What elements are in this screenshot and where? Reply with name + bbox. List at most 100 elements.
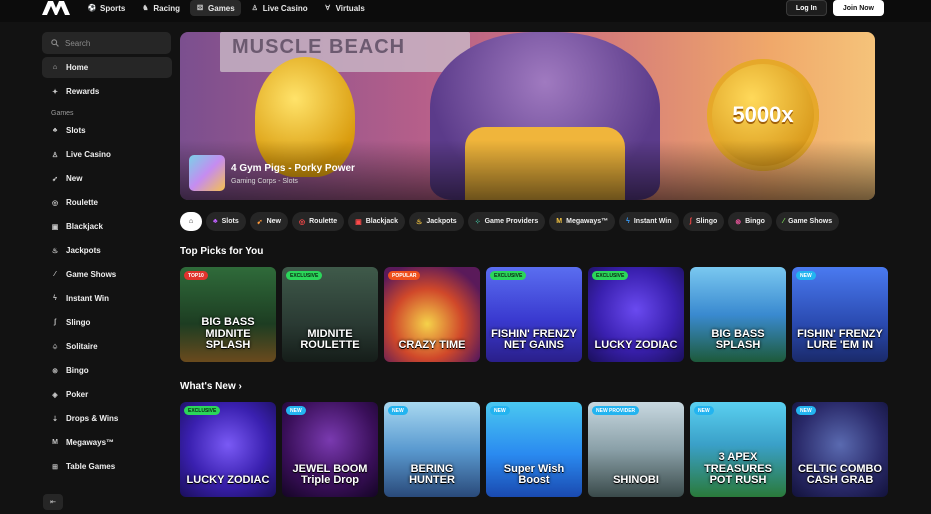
- home-icon: ⌂: [52, 64, 58, 71]
- sidebar-item-slots[interactable]: ♣ Slots: [42, 120, 172, 141]
- game-title: FISHIN' FRENZY NET GAINS: [491, 327, 577, 352]
- sidebar-item-drops-wins[interactable]: ⇣ Drops & Wins: [42, 408, 172, 429]
- game-tile[interactable]: EXCLUSIVE FISHIN' FRENZY NET GAINS: [486, 267, 582, 362]
- game-tile[interactable]: NEW 3 APEX TREASURES POT RUSH: [690, 402, 786, 497]
- dice-icon: ⚄: [196, 5, 204, 12]
- chip-label: Instant Win: [633, 218, 672, 225]
- collapse-sidebar-button[interactable]: ⇤: [43, 494, 63, 510]
- hero-banner[interactable]: MUSCLE BEACH 5000x 4 Gym Pigs - Porky Po…: [180, 32, 875, 200]
- chip-roulette[interactable]: ◎ Roulette: [292, 212, 345, 231]
- login-button[interactable]: Log In: [785, 0, 827, 16]
- slingo-icon: ʃ: [53, 319, 57, 326]
- chip-blackjack[interactable]: ▣ Blackjack: [348, 212, 406, 231]
- chip-jackpots[interactable]: ♨ Jackpots: [409, 212, 464, 231]
- sidebar-item-new[interactable]: ➹ New: [42, 168, 172, 189]
- game-tile[interactable]: NEW JEWEL BOOM Triple Drop: [282, 402, 378, 497]
- sidebar-item-table-games[interactable]: ⊞ Table Games: [42, 456, 172, 477]
- providers-icon: ⁘: [474, 218, 481, 226]
- sidebar-item-label: Bingo: [66, 366, 89, 375]
- nav-item-games[interactable]: ⚄ Games: [190, 0, 241, 16]
- hero-sign-text: MUSCLE BEACH: [232, 36, 406, 58]
- moneybag-icon: ♨: [51, 247, 59, 255]
- game-tile[interactable]: NEW Super Wish Boost: [486, 402, 582, 497]
- game-title: LUCKY ZODIAC: [186, 474, 270, 487]
- game-tile[interactable]: TOP10 BIG BASS MIDNITE SPLASH: [180, 267, 276, 362]
- chip-bingo[interactable]: ⊚ Bingo: [728, 212, 772, 231]
- hero-game-thumbnail[interactable]: [189, 155, 225, 191]
- sidebar-item-game-shows[interactable]: ⁄ Game Shows: [42, 264, 172, 285]
- game-tile[interactable]: BIG BASS SPLASH: [690, 267, 786, 362]
- nav-item-live-casino[interactable]: ♙ Live Casino: [245, 0, 314, 16]
- rocket-icon: ➹: [256, 218, 263, 226]
- game-title: 3 APEX TREASURES POT RUSH: [704, 451, 772, 487]
- auth-buttons: Log In Join Now: [785, 0, 884, 16]
- top-nav: ⚽ Sports ♞ Racing ⚄ Games ♙ Live Casino ∀ Virtual…: [0, 0, 931, 22]
- sidebar-item-label: New: [66, 174, 83, 183]
- drops-icon: ⇣: [52, 415, 58, 423]
- roulette-icon: ◎: [299, 218, 306, 226]
- game-tile[interactable]: NEW FISHIN' FRENZY LURE 'EM IN: [792, 267, 888, 362]
- chip-game-shows[interactable]: ⁄ Game Shows: [775, 212, 840, 231]
- chip-home[interactable]: ⌂: [180, 212, 202, 231]
- sidebar-item-bingo[interactable]: ⊚ Bingo: [42, 360, 172, 381]
- microphone-icon: ⁄: [782, 218, 785, 225]
- badge-exclusive: EXCLUSIVE: [592, 271, 629, 280]
- sidebar-item-label: Slingo: [66, 318, 91, 327]
- game-tile[interactable]: NEW PROVIDER SHINOBI: [588, 402, 684, 497]
- badge-new: NEW: [796, 406, 816, 415]
- chip-label: Blackjack: [365, 218, 399, 225]
- game-tile[interactable]: NEW CELTIC COMBO CASH GRAB: [792, 402, 888, 497]
- sidebar-item-jackpots[interactable]: ♨ Jackpots: [42, 240, 172, 261]
- sidebar-item-solitaire[interactable]: ♤ Solitaire: [42, 336, 172, 357]
- nav-item-label: Racing: [153, 3, 181, 13]
- chip-label: Slots: [221, 218, 239, 225]
- sidebar-item-poker[interactable]: ◈ Poker: [42, 384, 172, 405]
- nav-item-racing[interactable]: ♞ Racing: [135, 0, 186, 16]
- nav-item-sports[interactable]: ⚽ Sports: [82, 0, 131, 16]
- chip-slingo[interactable]: ʃ Slingo: [682, 212, 725, 231]
- sidebar-item-home[interactable]: ⌂ Home: [42, 57, 172, 78]
- sidebar-item-label: Jackpots: [66, 246, 101, 255]
- sidebar-item-slingo[interactable]: ʃ Slingo: [42, 312, 172, 333]
- sidebar-item-live-casino[interactable]: ♙ Live Casino: [42, 144, 172, 165]
- slingo-icon: ʃ: [689, 218, 692, 225]
- whats-new-row: EXCLUSIVE LUCKY ZODIAC NEW JEWEL BOOM Tripl…: [180, 402, 888, 497]
- search-input[interactable]: Search: [42, 32, 171, 54]
- lightning-icon: ϟ: [53, 295, 57, 302]
- sidebar-item-instant-win[interactable]: ϟ Instant Win: [42, 288, 172, 309]
- badge-exclusive: EXCLUSIVE: [286, 271, 323, 280]
- game-tile[interactable]: EXCLUSIVE MIDNITE ROULETTE: [282, 267, 378, 362]
- game-tile[interactable]: EXCLUSIVE LUCKY ZODIAC: [588, 267, 684, 362]
- solitaire-icon: ♤: [51, 343, 59, 351]
- chip-label: Game Providers: [484, 218, 539, 225]
- sidebar-item-blackjack[interactable]: ▣ Blackjack: [42, 216, 172, 237]
- chip-megaways[interactable]: M Megaways™: [549, 212, 616, 231]
- badge-new: NEW: [694, 406, 714, 415]
- game-tile[interactable]: POPULAR CRAZY TIME: [384, 267, 480, 362]
- microphone-icon: ⁄: [54, 271, 56, 278]
- nav-item-virtuals[interactable]: ∀ Virtuals: [318, 0, 371, 16]
- dealer-icon: ♙: [251, 5, 258, 12]
- chip-label: Bingo: [745, 218, 765, 225]
- whats-new-title: What's New: [180, 381, 236, 392]
- sidebar-item-label: Rewards: [66, 87, 100, 96]
- sidebar-item-label: Solitaire: [66, 342, 98, 351]
- whats-new-heading[interactable]: What's New ›: [180, 381, 242, 392]
- join-now-button[interactable]: Join Now: [832, 0, 884, 16]
- hero-game-subtitle: Gaming Corps - Slots: [231, 178, 298, 185]
- chip-instant-win[interactable]: ϟ Instant Win: [619, 212, 679, 231]
- badge-top10: TOP10: [184, 271, 208, 280]
- game-tile[interactable]: EXCLUSIVE LUCKY ZODIAC: [180, 402, 276, 497]
- chip-new[interactable]: ➹ New: [249, 212, 288, 231]
- sidebar-item-rewards[interactable]: ✦ Rewards: [42, 81, 172, 102]
- sidebar-item-roulette[interactable]: ◎ Roulette: [42, 192, 172, 213]
- sidebar-item-megaways[interactable]: M Megaways™: [42, 432, 172, 453]
- chip-game-providers[interactable]: ⁘ Game Providers: [467, 212, 546, 231]
- game-tile[interactable]: NEW BERING HUNTER: [384, 402, 480, 497]
- badge-new: NEW: [796, 271, 816, 280]
- chip-slots[interactable]: ♣ Slots: [206, 212, 246, 231]
- hero-game-title[interactable]: 4 Gym Pigs - Porky Power: [231, 163, 355, 174]
- top-picks-title: Top Picks for You: [180, 246, 264, 257]
- game-title: BIG BASS SPLASH: [711, 327, 765, 352]
- brand-logo[interactable]: [42, 1, 70, 15]
